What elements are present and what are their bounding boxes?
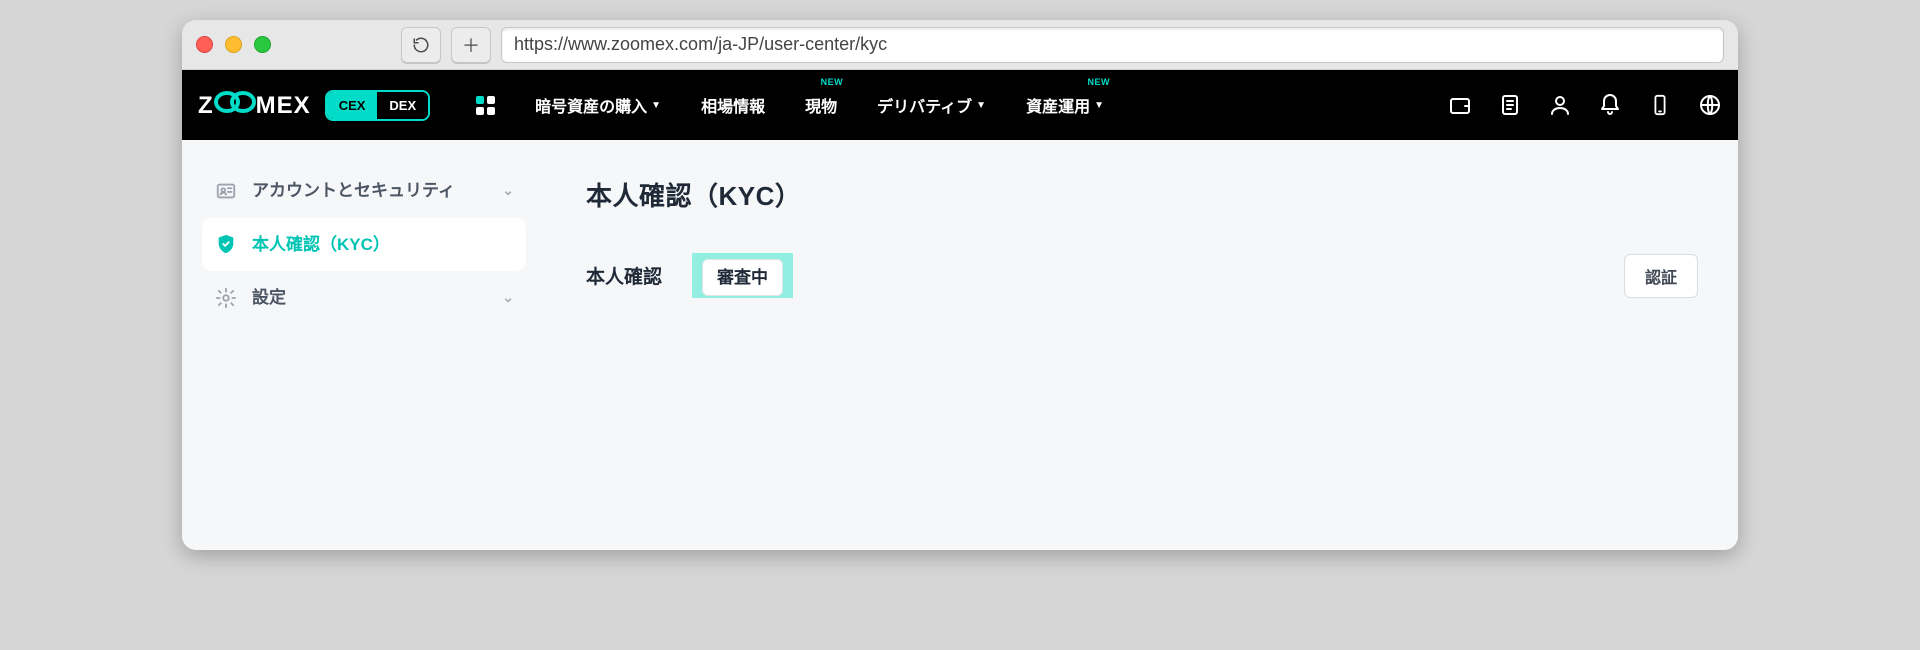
new-badge: NEW (1087, 77, 1110, 87)
brand-logo[interactable]: Z MEX (198, 91, 311, 120)
nav-asset-mgmt[interactable]: 資産運用 ▼ NEW (1026, 93, 1104, 117)
nav-derivatives[interactable]: デリバティブ ▼ (877, 93, 986, 117)
nav-label: 暗号資産の購入 (535, 93, 647, 117)
new-badge: NEW (821, 77, 844, 87)
content-area: アカウントとセキュリティ ⌄ 本人確認（KYC） 設定 ⌄ (182, 140, 1738, 550)
new-tab-button[interactable]: ＋ (451, 27, 491, 63)
chevron-down-icon: ▼ (976, 100, 986, 111)
nav-right-icons (1448, 93, 1722, 117)
brand-rings-icon (214, 91, 256, 113)
shield-check-icon (214, 233, 238, 255)
chevron-down-icon: ▼ (1094, 100, 1104, 111)
notifications-icon[interactable] (1598, 93, 1622, 117)
gear-icon (214, 287, 238, 309)
window-controls (196, 36, 271, 53)
browser-titlebar: ＋ https://www.zoomex.com/ja-JP/user-cent… (182, 20, 1738, 70)
account-icon[interactable] (1548, 93, 1572, 117)
main-panel: 本人確認（KYC） 本人確認 審査中 認証 (546, 140, 1738, 550)
url-bar[interactable]: https://www.zoomex.com/ja-JP/user-center… (501, 27, 1724, 63)
cex-dex-toggle[interactable]: CEX DEX (325, 90, 430, 121)
id-card-icon (214, 180, 238, 202)
language-icon[interactable] (1698, 93, 1722, 117)
reload-button[interactable] (401, 27, 441, 63)
chevron-down-icon: ⌄ (502, 289, 514, 306)
wallet-icon[interactable] (1448, 93, 1472, 117)
nav-market-info[interactable]: 相場情報 (701, 93, 765, 117)
nav-label: 資産運用 (1026, 93, 1090, 117)
kyc-row-label: 本人確認 (586, 262, 662, 289)
kyc-status-chip: 審査中 (702, 259, 783, 296)
sidebar-item-kyc[interactable]: 本人確認（KYC） (202, 218, 526, 272)
verify-button[interactable]: 認証 (1624, 254, 1698, 298)
mobile-app-icon[interactable] (1648, 93, 1672, 117)
nav-label: 現物 (805, 93, 837, 117)
browser-window: ＋ https://www.zoomex.com/ja-JP/user-cent… (182, 20, 1738, 550)
apps-grid-icon[interactable] (476, 96, 495, 115)
reload-icon (412, 36, 430, 54)
status-highlight: 審査中 (692, 253, 793, 298)
nav-label: デリバティブ (877, 93, 972, 117)
sidebar: アカウントとセキュリティ ⌄ 本人確認（KYC） 設定 ⌄ (182, 140, 546, 550)
brand-text-mex: MEX (256, 92, 311, 120)
app-topnav: Z MEX CEX DEX 暗号資産の購入 ▼ 相場情報 (182, 70, 1738, 140)
chevron-down-icon: ▼ (651, 100, 661, 111)
minimize-window-button[interactable] (225, 36, 242, 53)
brand-text-z: Z (198, 92, 214, 120)
maximize-window-button[interactable] (254, 36, 271, 53)
close-window-button[interactable] (196, 36, 213, 53)
sidebar-item-account-security[interactable]: アカウントとセキュリティ ⌄ (202, 164, 526, 218)
sidebar-item-settings[interactable]: 設定 ⌄ (202, 271, 526, 325)
sidebar-item-label: 本人確認（KYC） (252, 232, 514, 258)
chevron-down-icon: ⌄ (502, 182, 514, 199)
url-text: https://www.zoomex.com/ja-JP/user-center… (514, 34, 887, 55)
main-nav: 暗号資産の購入 ▼ 相場情報 現物 NEW デリバティブ ▼ 資産運用 ▼ (535, 93, 1104, 117)
sidebar-item-label: 設定 (252, 285, 488, 311)
cex-tab[interactable]: CEX (327, 92, 378, 119)
page-title: 本人確認（KYC） (586, 176, 1698, 213)
nav-buy-crypto[interactable]: 暗号資産の購入 ▼ (535, 93, 661, 117)
kyc-status-row: 本人確認 審査中 認証 (586, 253, 1698, 298)
nav-spot[interactable]: 現物 NEW (805, 93, 837, 117)
sidebar-item-label: アカウントとセキュリティ (252, 178, 488, 204)
orders-icon[interactable] (1498, 93, 1522, 117)
plus-icon: ＋ (462, 32, 480, 58)
dex-tab[interactable]: DEX (377, 92, 428, 119)
nav-label: 相場情報 (701, 93, 765, 117)
